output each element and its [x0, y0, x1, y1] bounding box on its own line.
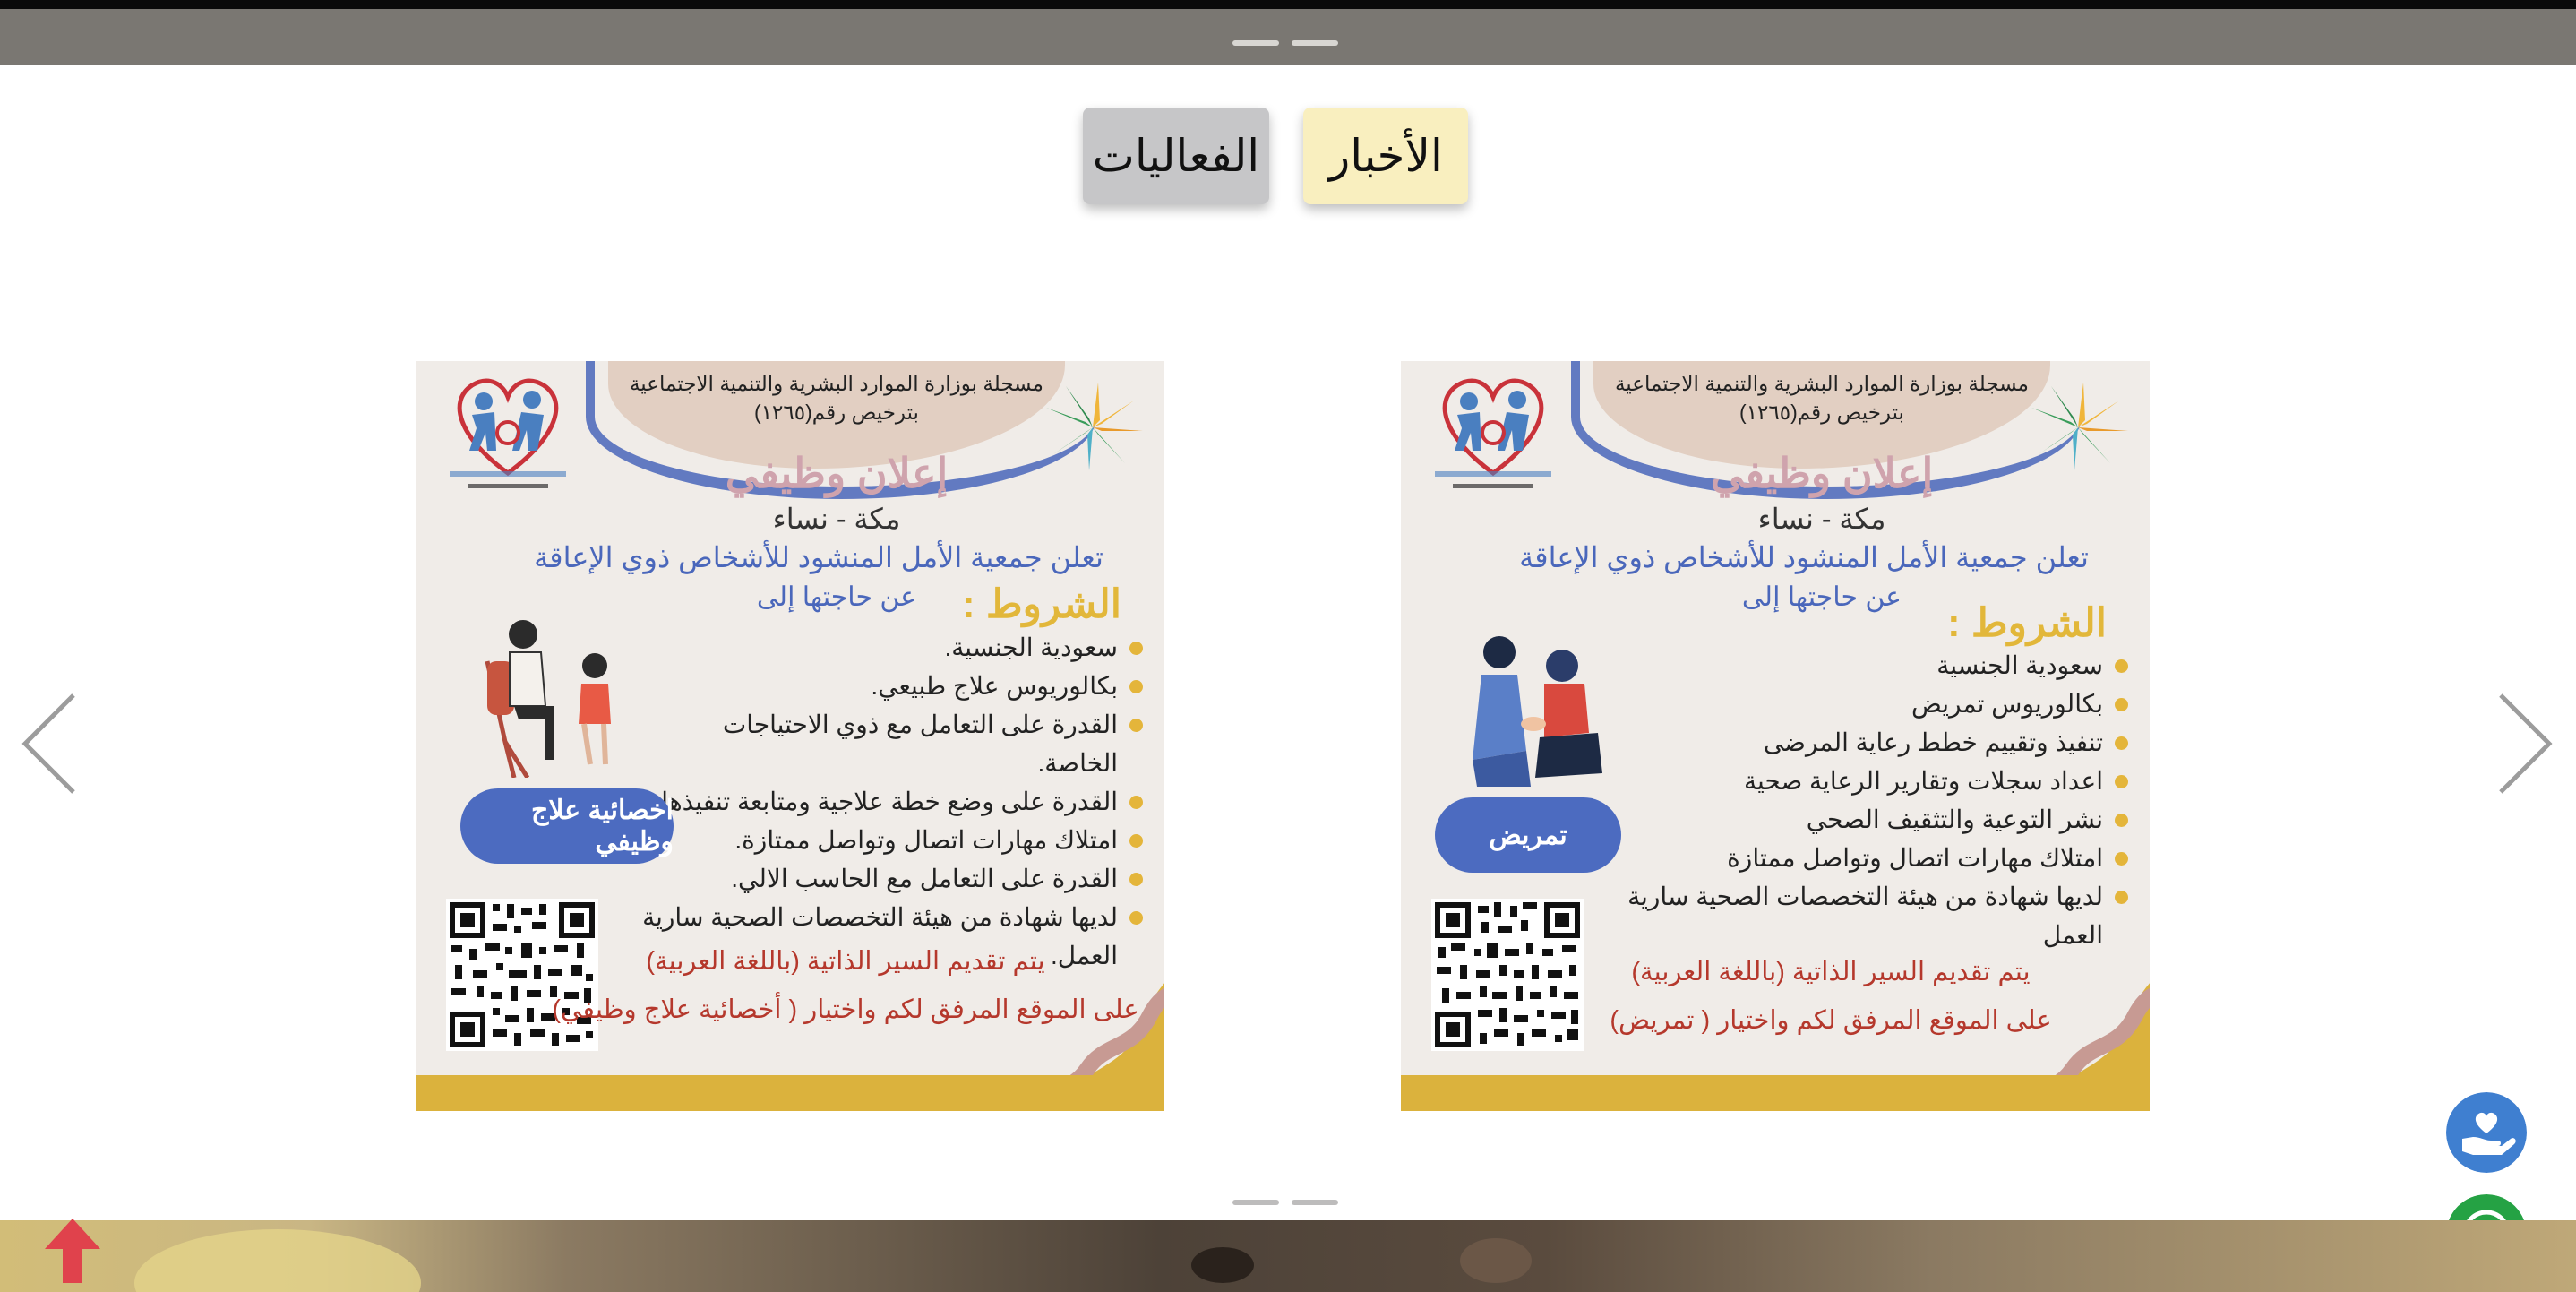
arrow-up-icon[interactable] — [43, 1217, 102, 1285]
organization-logo — [1435, 378, 1551, 488]
condition-item: اعداد سجلات وتقارير الرعاية صحية — [1609, 762, 2128, 800]
top-banner — [0, 9, 2576, 65]
condition-item: القدرة على التعامل مع الحاسب الالي. — [641, 859, 1143, 898]
job-ad-heading: إعلان وظيفي — [725, 450, 949, 496]
license-text: بترخيص رقم(١٢٦٥) — [754, 401, 919, 424]
condition-item: لديها شهادة من هيئة التخصصات الصحية ساري… — [1609, 877, 2128, 954]
conditions-title: الشروط : — [962, 582, 1121, 626]
job-post-card[interactable]: مسجلة بوزارة الموارد البشرية والتنمية ال… — [416, 361, 1164, 1111]
slider-indicator[interactable] — [1232, 1200, 1279, 1205]
condition-item: بكالوريوس تمريض — [1609, 685, 2128, 723]
tab-events[interactable]: الفعاليات — [1083, 108, 1269, 204]
condition-item: سعودية الجنسية — [1609, 646, 2128, 685]
slider-indicator[interactable] — [1292, 40, 1338, 46]
conditions-title: الشروط : — [1947, 601, 2107, 645]
license-text: بترخيص رقم(١٢٦٥) — [1739, 401, 1904, 424]
condition-item: بكالوريوس علاج طبيعي. — [641, 667, 1143, 705]
condition-item: امتلاك مهارات اتصال وتواصل ممتازة — [1609, 839, 2128, 877]
announcement-text: تعلن جمعية الأمل المنشود للأشخاص ذوي الإ… — [534, 541, 1103, 573]
card-footer-bar — [1401, 1075, 2150, 1111]
job-location: مكة - نساء — [772, 503, 901, 535]
condition-item: سعودية الجنسية. — [641, 628, 1143, 667]
job-ad-heading: إعلان وظيفي — [1710, 450, 1934, 496]
conditions-list: سعودية الجنسية بكالوريوس تمريض تنفيذ وتق… — [1609, 646, 2128, 954]
condition-item: تنفيذ وتقييم خطط رعاية المرضى — [1609, 723, 2128, 762]
hero-image-strip — [0, 1220, 2576, 1292]
job-location: مكة - نساء — [1757, 503, 1886, 535]
therapist-child-illustration — [485, 620, 611, 778]
conditions-list: سعودية الجنسية. بكالوريوس علاج طبيعي. ال… — [641, 628, 1143, 975]
condition-item: القدرة على وضع خطة علاجية ومتابعة تنفيذه… — [641, 782, 1143, 821]
chevron-left-icon[interactable] — [18, 690, 81, 797]
top-edge — [0, 0, 2576, 9]
registration-text: مسجلة بوزارة الموارد البشرية والتنمية ال… — [629, 372, 1044, 395]
nurse-patient-illustration — [1473, 636, 1602, 787]
tab-news[interactable]: الأخبار — [1303, 108, 1468, 204]
registration-text: مسجلة بوزارة الموارد البشرية والتنمية ال… — [1614, 372, 2030, 395]
slider-indicator[interactable] — [1292, 1200, 1338, 1205]
announcement-text: تعلن جمعية الأمل المنشود للأشخاص ذوي الإ… — [1519, 541, 2089, 573]
condition-item: القدرة على التعامل مع ذوي الاحتياجات الخ… — [641, 705, 1143, 782]
organization-logo — [450, 378, 566, 488]
job-title-badge: اخصائية علاج وظيفي — [460, 788, 674, 864]
slider-indicator[interactable] — [1232, 40, 1279, 46]
card-footer-bar — [416, 1075, 1164, 1111]
job-post-card[interactable]: مسجلة بوزارة الموارد البشرية والتنمية ال… — [1401, 361, 2150, 1111]
condition-item: امتلاك مهارات اتصال وتواصل ممتازة. — [641, 821, 1143, 859]
chevron-right-icon[interactable] — [2494, 690, 2556, 797]
hand-heart-icon[interactable] — [2446, 1092, 2527, 1173]
condition-item: نشر التوعية والتثقيف الصحي — [1609, 800, 2128, 839]
job-title-badge: تمريض — [1435, 797, 1621, 873]
